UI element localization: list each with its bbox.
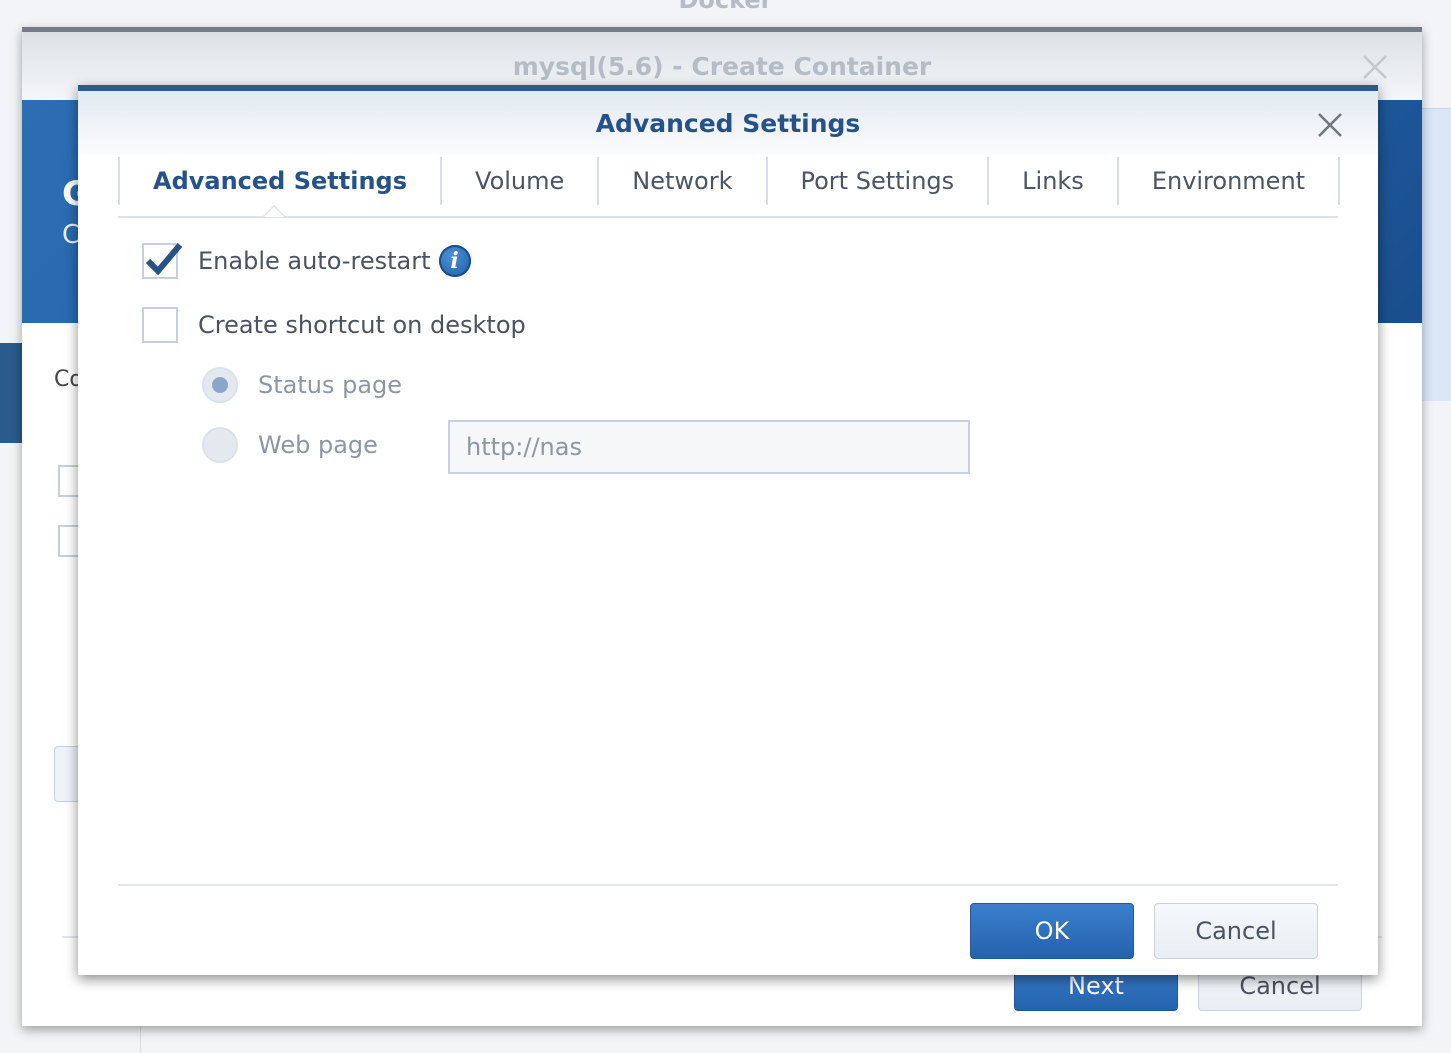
- close-icon[interactable]: [1316, 111, 1344, 139]
- dialog-title: Advanced Settings: [595, 109, 861, 138]
- web-page-url-input[interactable]: [448, 420, 970, 474]
- tab-underline: [118, 216, 1338, 218]
- status-page-label: Status page: [258, 371, 403, 399]
- auto-restart-label: Enable auto-restart: [198, 247, 431, 275]
- tab-bar: Advanced Settings Volume Network Port Se…: [118, 157, 1341, 217]
- auto-restart-row: Enable auto-restart i: [142, 243, 471, 279]
- tab-links[interactable]: Links: [987, 157, 1117, 205]
- status-page-row: Status page: [202, 367, 402, 403]
- tab-port-settings[interactable]: Port Settings: [765, 157, 988, 205]
- tab-environment[interactable]: Environment: [1116, 157, 1341, 205]
- close-icon[interactable]: [1362, 54, 1388, 80]
- tab-advanced-settings[interactable]: Advanced Settings: [118, 157, 440, 205]
- ok-button[interactable]: OK: [970, 903, 1134, 959]
- shortcut-row: Create shortcut on desktop: [142, 307, 526, 343]
- create-shortcut-checkbox[interactable]: [142, 307, 178, 343]
- web-page-radio[interactable]: [202, 427, 238, 463]
- dialog-footer-divider: [118, 884, 1338, 886]
- info-icon[interactable]: i: [438, 245, 471, 277]
- tab-network[interactable]: Network: [597, 157, 765, 205]
- status-page-radio[interactable]: [202, 367, 238, 403]
- cancel-button[interactable]: Cancel: [1154, 903, 1318, 959]
- create-shortcut-label: Create shortcut on desktop: [198, 311, 526, 339]
- wizard-title: mysql(5.6) - Create Container: [512, 52, 932, 81]
- active-tab-pointer: [262, 205, 286, 217]
- web-page-row: Web page: [202, 427, 378, 463]
- tab-volume[interactable]: Volume: [440, 157, 597, 205]
- auto-restart-checkbox[interactable]: [142, 243, 183, 279]
- dialog-header: Advanced Settings: [78, 91, 1378, 155]
- advanced-settings-dialog: Advanced Settings Advanced Settings Volu…: [78, 85, 1378, 975]
- app-title: Docker: [678, 0, 773, 14]
- background-divider: [140, 1025, 141, 1053]
- checkmark-icon: [145, 243, 183, 276]
- background-sidebar-strip: [0, 343, 22, 443]
- background-panel: [1422, 108, 1451, 401]
- web-page-label: Web page: [258, 431, 378, 459]
